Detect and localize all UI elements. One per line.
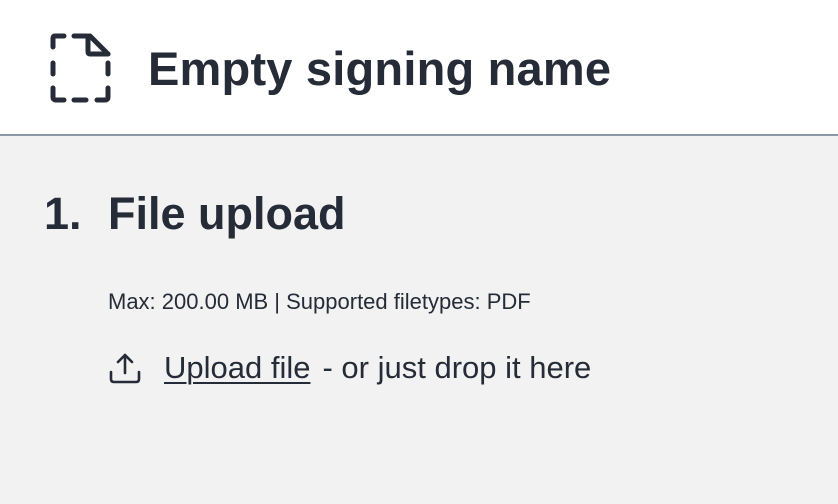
upload-section: 1. File upload Max: 200.00 MB | Supporte… bbox=[0, 136, 838, 504]
file-dashed-icon bbox=[50, 33, 111, 103]
step-title: File upload bbox=[108, 188, 346, 239]
drop-hint-text: - or just drop it here bbox=[322, 350, 592, 385]
page-header: Empty signing name bbox=[0, 0, 838, 136]
upload-dropzone[interactable]: Upload file - or just drop it here bbox=[108, 348, 591, 388]
upload-limits-text: Max: 200.00 MB | Supported filetypes: PD… bbox=[108, 289, 531, 314]
upload-icon[interactable] bbox=[108, 351, 142, 385]
page-title: Empty signing name bbox=[148, 42, 612, 95]
upload-file-link[interactable]: Upload file bbox=[164, 350, 310, 386]
step-number: 1. bbox=[44, 188, 82, 239]
